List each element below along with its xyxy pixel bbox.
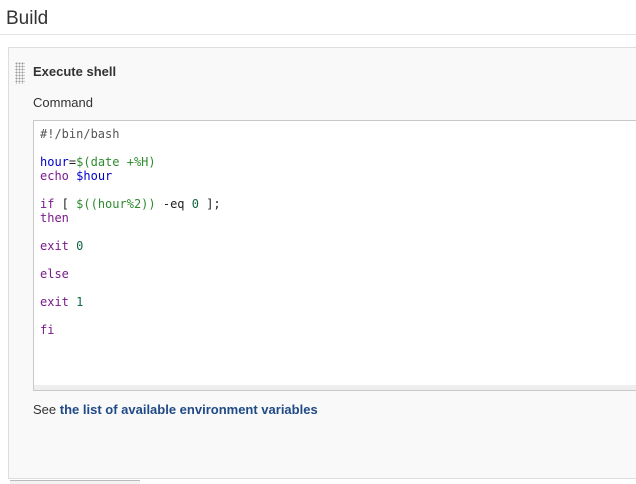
env-vars-note-prefix: See <box>33 402 60 417</box>
code-token: hour <box>40 155 69 169</box>
code-token: 0 <box>76 239 84 253</box>
code-token: 0 <box>191 197 199 211</box>
code-line: exit 1 <box>40 295 221 309</box>
next-control-edge <box>10 480 140 484</box>
code-line: hour=$(date +%H) <box>40 155 221 169</box>
code-token: $((hour%2)) <box>76 197 156 211</box>
code-line: then <box>40 211 221 225</box>
code-token: else <box>40 267 69 281</box>
code-token: 1 <box>76 295 84 309</box>
code-token: then <box>40 211 69 225</box>
code-token: -eq <box>155 197 192 211</box>
code-token: echo <box>40 169 69 183</box>
env-vars-note: See the list of available environment va… <box>33 402 318 417</box>
code-line: fi <box>40 323 221 337</box>
code-line: if [ $((hour%2)) -eq 0 ]; <box>40 197 221 211</box>
code-token: $(date +%H) <box>76 155 156 169</box>
code-line: echo $hour <box>40 169 221 183</box>
env-vars-link[interactable]: the list of available environment variab… <box>60 402 318 417</box>
code-token: fi <box>40 323 55 337</box>
code-line: else <box>40 267 221 281</box>
command-label: Command <box>33 95 93 110</box>
code-line: exit 0 <box>40 239 221 253</box>
editor-resize-handle[interactable] <box>33 385 636 391</box>
code-token: [ <box>54 197 77 211</box>
command-editor[interactable]: #!/bin/bash hour=$(date +%H) echo $hour if … <box>33 120 636 386</box>
code-token: $hour <box>76 169 113 183</box>
section-divider <box>0 34 636 35</box>
drag-handle-icon[interactable] <box>15 62 25 84</box>
step-title: Execute shell <box>33 64 117 79</box>
code-token: if <box>40 197 55 211</box>
section-title: Build <box>6 8 49 29</box>
code-token: #!/bin/bash <box>40 127 120 141</box>
code-token: exit <box>40 239 69 253</box>
code-token: ]; <box>198 197 221 211</box>
code-token: exit <box>40 295 69 309</box>
code-line: #!/bin/bash <box>40 127 221 141</box>
command-code[interactable]: #!/bin/bash hour=$(date +%H) echo $hour if … <box>40 127 221 337</box>
